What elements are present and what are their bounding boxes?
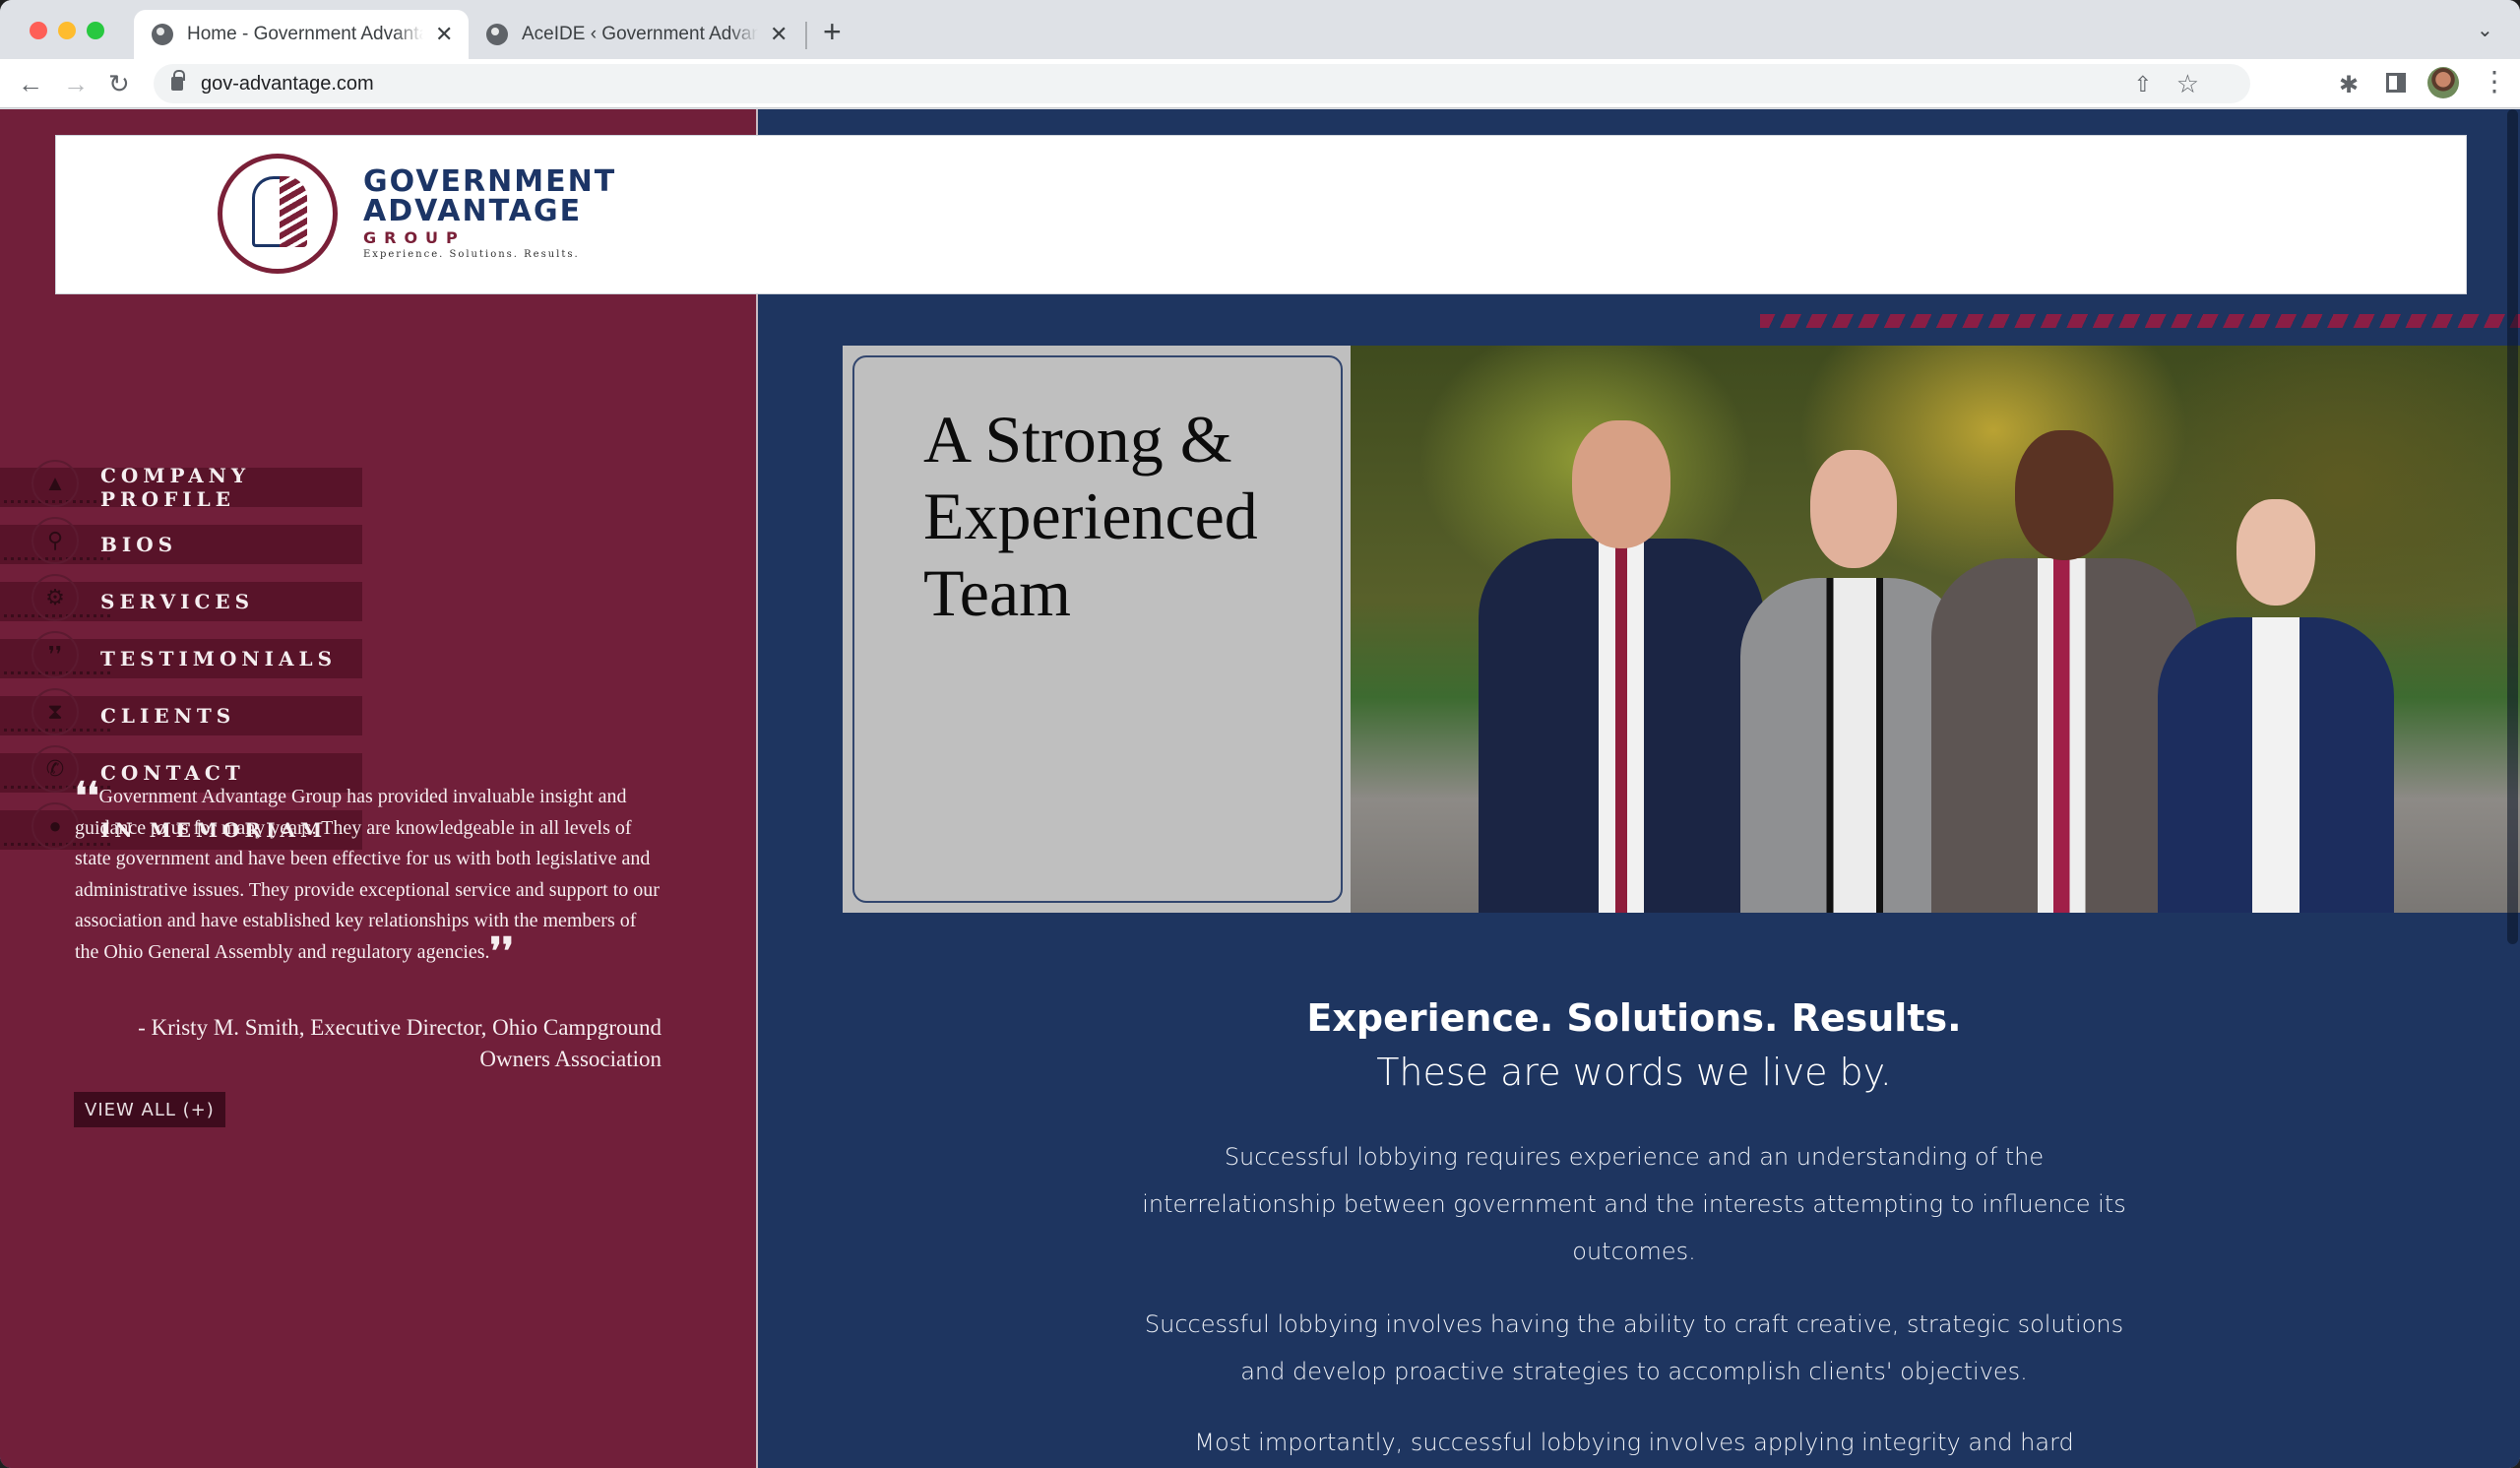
close-tab-icon[interactable]: ✕ — [435, 22, 453, 47]
tab-title: Home - Government Advantage Group — [187, 24, 423, 44]
forward-button[interactable]: → — [63, 69, 89, 98]
nav-label: TESTIMONIALS — [100, 647, 338, 670]
body-paragraph: Successful lobbying requires experience … — [1142, 1143, 2126, 1265]
quote-icon: ❜❜ — [32, 631, 79, 678]
nav-label: SERVICES — [100, 590, 255, 613]
tab-aceide[interactable]: AceIDE ‹ Government Advantage Group ✕ — [471, 10, 805, 59]
body-paragraph: Successful lobbying involves having the … — [1144, 1310, 2124, 1385]
page-scrollbar-thumb[interactable] — [2507, 109, 2518, 944]
hero-section: A Strong & Experienced Team — [843, 346, 2520, 913]
site-logo[interactable]: GOVERNMENT ADVANTAGE GROUP Experience. S… — [218, 154, 616, 274]
globe-icon — [486, 24, 508, 45]
maximize-window-button[interactable] — [87, 22, 104, 39]
gear-icon: ⚙ — [32, 574, 79, 621]
logo-line-3: GROUP — [363, 228, 466, 247]
back-button[interactable]: ← — [18, 69, 43, 98]
tagline-subtitle: These are words we live by. — [1376, 1051, 1892, 1094]
browser-toolbar: ← → ↻ gov-advantage.com ⇧ ☆ ✱ ⋮ — [0, 59, 2520, 108]
profile-avatar[interactable] — [2427, 67, 2459, 98]
tagline: Experience. Solutions. Results. These ar… — [1142, 990, 2126, 1099]
testimonial-quote: ❛❛Government Advantage Group has provide… — [75, 778, 662, 971]
browser-window: Home - Government Advantage Group ✕ AceI… — [0, 0, 2520, 1468]
nav-item-clients[interactable]: ⧗ CLIENTS — [0, 688, 362, 735]
url-text[interactable]: gov-advantage.com — [201, 73, 374, 96]
nav-label: CLIENTS — [100, 704, 236, 728]
close-tab-icon[interactable]: ✕ — [770, 22, 788, 47]
logo-tagline: Experience. Solutions. Results. — [363, 249, 580, 260]
side-panel-icon[interactable] — [2386, 73, 2406, 93]
hero-heading-line: Experienced — [923, 479, 1258, 553]
tab-search-icon[interactable]: ⌄ — [2477, 18, 2493, 42]
tagline-title: Experience. Solutions. Results. — [1306, 996, 1962, 1040]
team-member — [1479, 381, 1764, 913]
phone-icon: ✆ — [32, 745, 79, 793]
close-quote-icon: ❜❜ — [489, 930, 515, 973]
hero-heading-line: Team — [923, 555, 1072, 630]
nav-item-bios[interactable]: ⚲ BIOS — [0, 517, 362, 564]
nav-label: COMPANY PROFILE — [100, 464, 251, 511]
view-all-testimonials-button[interactable]: VIEW ALL (+) — [74, 1092, 225, 1127]
circle-icon: ● — [32, 802, 79, 850]
browser-menu-icon[interactable]: ⋮ — [2481, 65, 2508, 97]
body-paragraph: Most importantly, successful lobbying in… — [1194, 1429, 2074, 1456]
testimonial-attribution: - Kristy M. Smith, Executive Director, O… — [138, 1015, 662, 1071]
extensions-puzzle-icon[interactable]: ✱ — [2339, 71, 2359, 99]
reload-button[interactable]: ↻ — [108, 69, 130, 98]
testimonial-text: Government Advantage Group has provided … — [75, 786, 660, 963]
globe-icon — [152, 24, 173, 45]
capitol-logo-icon — [218, 154, 338, 274]
magnifier-icon: ⚲ — [32, 517, 79, 564]
share-icon[interactable]: ⇧ — [2134, 72, 2152, 97]
open-quote-icon: ❛❛ — [75, 776, 99, 817]
new-tab-button[interactable]: + — [823, 14, 842, 50]
nav-label: BIOS — [100, 533, 178, 556]
close-window-button[interactable] — [30, 22, 47, 39]
nav-item-company-profile[interactable]: ▲ COMPANY PROFILE — [0, 460, 362, 511]
site-header: GOVERNMENT ADVANTAGE GROUP Experience. S… — [55, 135, 2467, 294]
capitol-dome-icon: ▲ — [32, 460, 79, 507]
logo-wordmark: GOVERNMENT ADVANTAGE GROUP Experience. S… — [363, 164, 617, 261]
bookmark-star-icon[interactable]: ☆ — [2176, 69, 2199, 99]
logo-line-1: GOVERNMENT — [363, 164, 617, 199]
web-page: GOVERNMENT ADVANTAGE GROUP Experience. S… — [0, 109, 2520, 1468]
hero-card: A Strong & Experienced Team — [843, 346, 1351, 913]
team-photo — [1351, 346, 2520, 913]
decorative-stripe — [1760, 314, 2520, 328]
tab-strip: Home - Government Advantage Group ✕ AceI… — [0, 0, 2520, 59]
logo-line-2: ADVANTAGE — [363, 194, 583, 228]
nav-item-services[interactable]: ⚙ SERVICES — [0, 574, 362, 621]
hero-heading: A Strong & Experienced Team — [923, 401, 1258, 631]
address-bar[interactable]: gov-advantage.com ⇧ ☆ — [154, 64, 2250, 103]
hourglass-icon: ⧗ — [32, 688, 79, 735]
hero-heading-line: A Strong & — [923, 402, 1232, 477]
nav-item-testimonials[interactable]: ❜❜ TESTIMONIALS — [0, 631, 362, 678]
minimize-window-button[interactable] — [58, 22, 76, 39]
team-member — [2158, 479, 2394, 913]
tab-separator — [805, 22, 807, 49]
tab-home[interactable]: Home - Government Advantage Group ✕ — [134, 10, 469, 59]
lock-icon[interactable] — [171, 70, 185, 91]
tab-title: AceIDE ‹ Government Advantage Group — [522, 24, 758, 44]
